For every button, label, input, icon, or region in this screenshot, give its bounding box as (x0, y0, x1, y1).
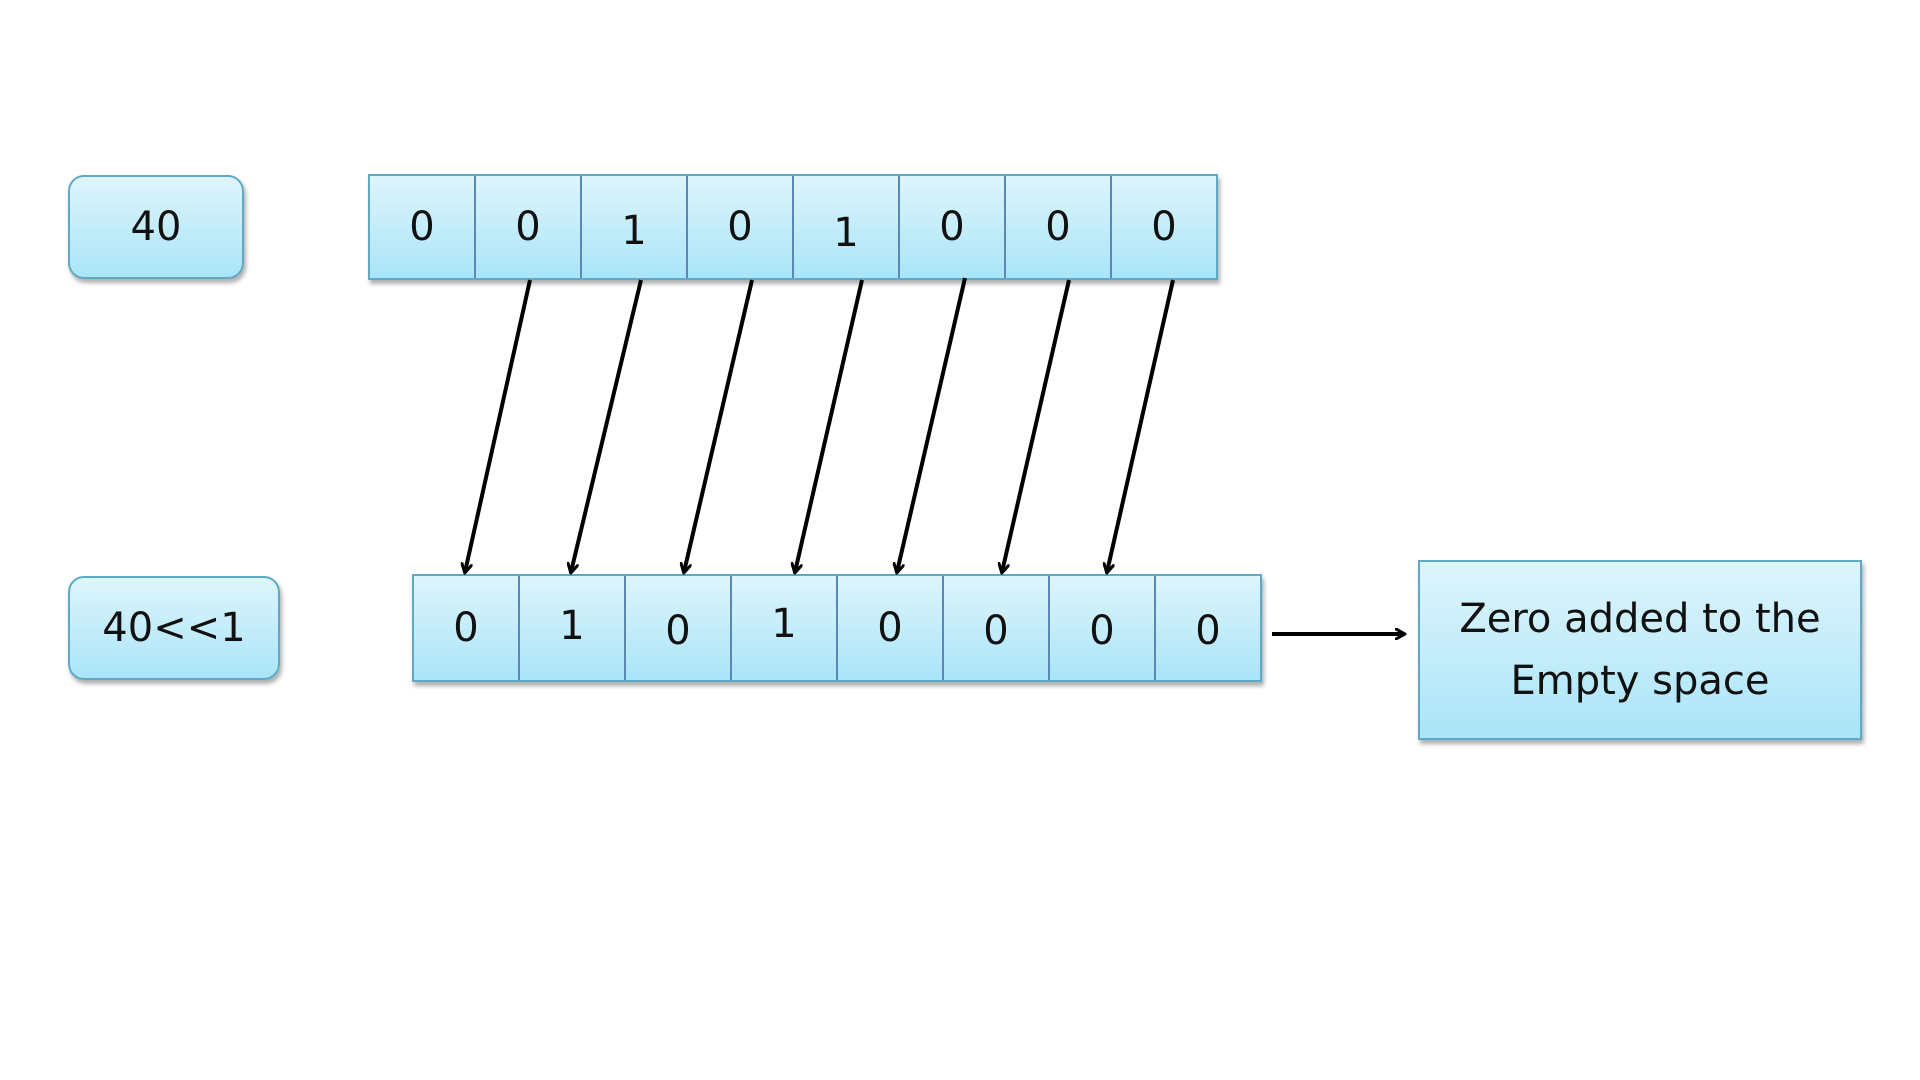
arrows-layer (0, 277, 1920, 1080)
shift-arrow (571, 279, 643, 572)
shift-arrow (1002, 279, 1071, 572)
shift-arrow (684, 279, 754, 572)
shift-arrow (1107, 279, 1175, 572)
shift-arrow (465, 279, 532, 572)
shift-arrow (897, 277, 967, 572)
shift-arrow (795, 279, 864, 572)
